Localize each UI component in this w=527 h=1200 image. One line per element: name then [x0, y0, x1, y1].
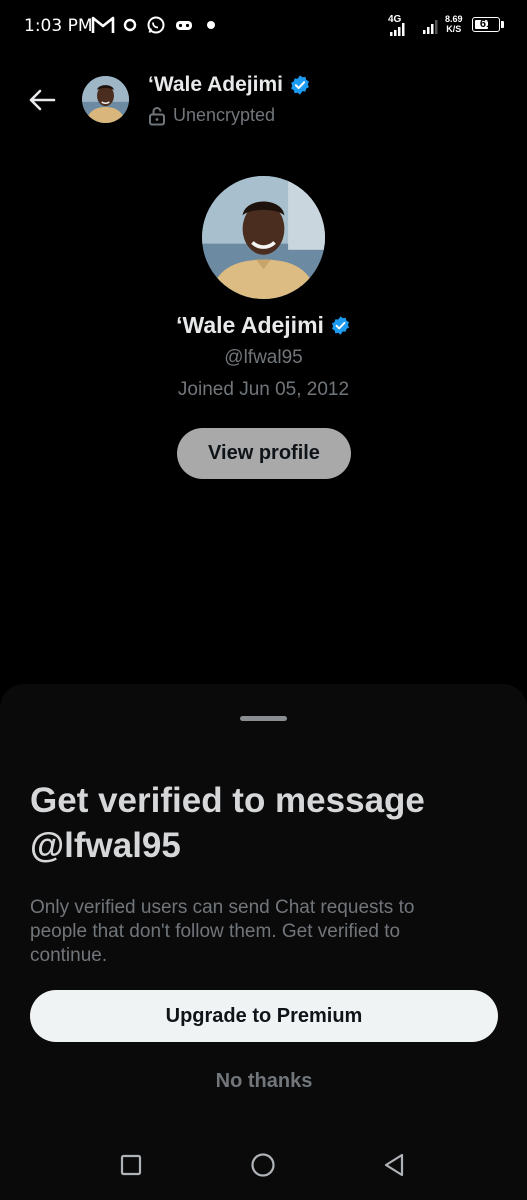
sheet-description: Only verified users can send Chat reques… [30, 897, 415, 966]
sync-icon [122, 14, 138, 36]
header-name[interactable]: ‘Wale Adejimi [148, 73, 311, 97]
system-back-button[interactable] [376, 1147, 412, 1183]
encryption-status: Unencrypted [148, 105, 275, 126]
view-profile-button[interactable]: View profile [177, 428, 351, 479]
notification-dot-icon [207, 21, 215, 29]
recent-apps-button[interactable] [113, 1147, 149, 1183]
home-button[interactable] [245, 1147, 281, 1183]
signal-icon [390, 22, 416, 44]
signal-icon-secondary [423, 20, 441, 42]
back-icon [384, 1153, 404, 1177]
whatsapp-icon [146, 14, 166, 36]
network-speed: 8.69 K/S [445, 14, 463, 34]
verified-badge-icon [291, 75, 309, 95]
recent-apps-icon [120, 1154, 142, 1176]
header-name-text: ‘Wale Adejimi [148, 73, 283, 96]
encryption-label: Unencrypted [173, 105, 276, 125]
status-bar: 1:03 PM 4G 8.69 K/S 61 [0, 0, 527, 52]
profile-avatar[interactable] [202, 176, 325, 299]
home-icon [251, 1153, 275, 1177]
header-avatar[interactable] [82, 76, 129, 123]
profile-name-text: ‘Wale Adejimi [176, 312, 324, 338]
no-thanks-button[interactable]: No thanks [30, 1060, 498, 1102]
battery-icon: 61 [472, 17, 500, 32]
speed-unit: K/S [446, 24, 462, 34]
verified-badge-icon [331, 316, 349, 335]
back-button[interactable] [22, 80, 62, 120]
upgrade-to-premium-button[interactable]: Upgrade to Premium [30, 990, 498, 1042]
avatar-image [202, 176, 325, 299]
unlock-icon [149, 106, 165, 125]
profile-handle: @lfwal95 [224, 347, 303, 368]
battery-tip [501, 21, 504, 28]
sheet-drag-handle[interactable] [240, 716, 287, 721]
profile-name: ‘Wale Adejimi [0, 312, 527, 339]
battery-level: 61 [479, 18, 493, 30]
status-time: 1:03 PM [24, 16, 93, 36]
back-arrow-icon [29, 89, 56, 111]
sheet-title: Get verified to message @lfwal95 [30, 781, 425, 865]
gmail-icon [91, 14, 115, 36]
avatar-image [82, 76, 129, 123]
game-controller-icon [174, 14, 194, 36]
speed-value: 8.69 [445, 14, 463, 24]
profile-joined-date: Joined Jun 05, 2012 [177, 379, 350, 400]
